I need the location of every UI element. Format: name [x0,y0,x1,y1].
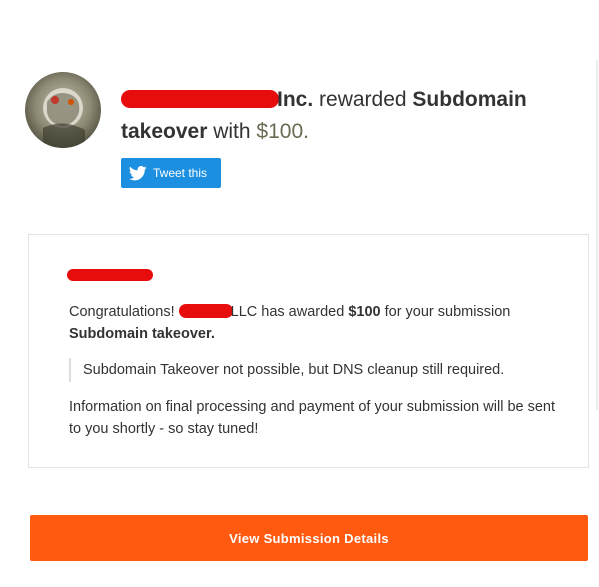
report-title-line2: takeover [121,120,208,143]
with-text: with [207,120,257,143]
reward-amount: $100 [256,120,304,143]
view-submission-button[interactable]: View Submission Details [30,515,588,561]
rewarded-text: rewarded [313,88,413,111]
reward-headline: Inc. rewarded Subdomain takeover with $10… [121,84,571,148]
report-title-line1: Subdomain [412,88,527,111]
for-text: for your submission [380,304,511,320]
avatar[interactable] [25,72,101,148]
tweet-button[interactable]: Tweet this [121,158,221,188]
congrats-text: Congratulations! [69,304,179,320]
redaction-mark [178,304,233,318]
comment-quote: Subdomain Takeover not possible, but DNS… [69,358,583,382]
page-divider [596,60,598,410]
award-amount: $100 [348,304,381,320]
tweet-label: Tweet this [153,166,208,180]
redaction-mark [67,269,153,281]
award-paragraph: Congratulations! LLC has awarded $100 fo… [69,301,569,345]
twitter-bird-icon [129,165,147,180]
company-suffix: Inc. [277,88,314,111]
submission-title: Subdomain takeover. [69,326,215,342]
reward-message-card: Congratulations! LLC has awarded $100 fo… [28,234,589,468]
company-suffix-text: LLC has awarded [230,304,349,320]
redaction-mark [121,90,279,108]
headline-period: . [303,120,309,143]
info-paragraph: Information on final processing and paym… [69,399,556,437]
